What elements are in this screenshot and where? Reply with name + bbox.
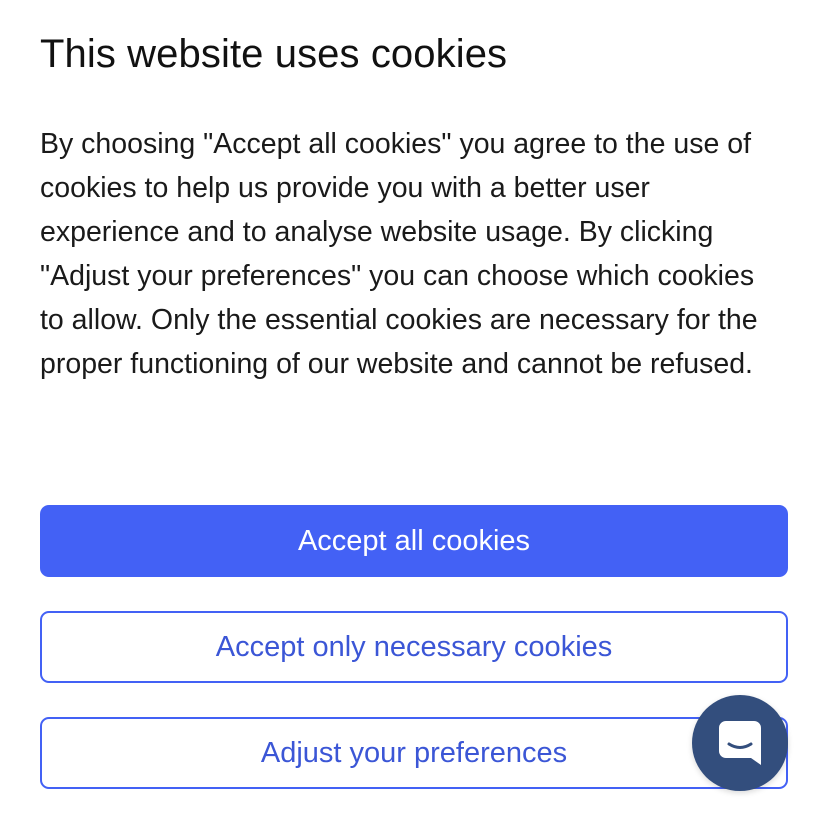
- accept-all-cookies-button[interactable]: Accept all cookies: [40, 505, 788, 577]
- adjust-preferences-button[interactable]: Adjust your preferences: [40, 717, 788, 789]
- page-title: This website uses cookies: [40, 32, 508, 76]
- cookie-description: By choosing "Accept all cookies" you agr…: [40, 128, 758, 380]
- chat-bubble-icon: [718, 720, 762, 766]
- accept-necessary-cookies-button[interactable]: Accept only necessary cookies: [40, 611, 788, 683]
- chat-launcher-button[interactable]: [692, 695, 788, 791]
